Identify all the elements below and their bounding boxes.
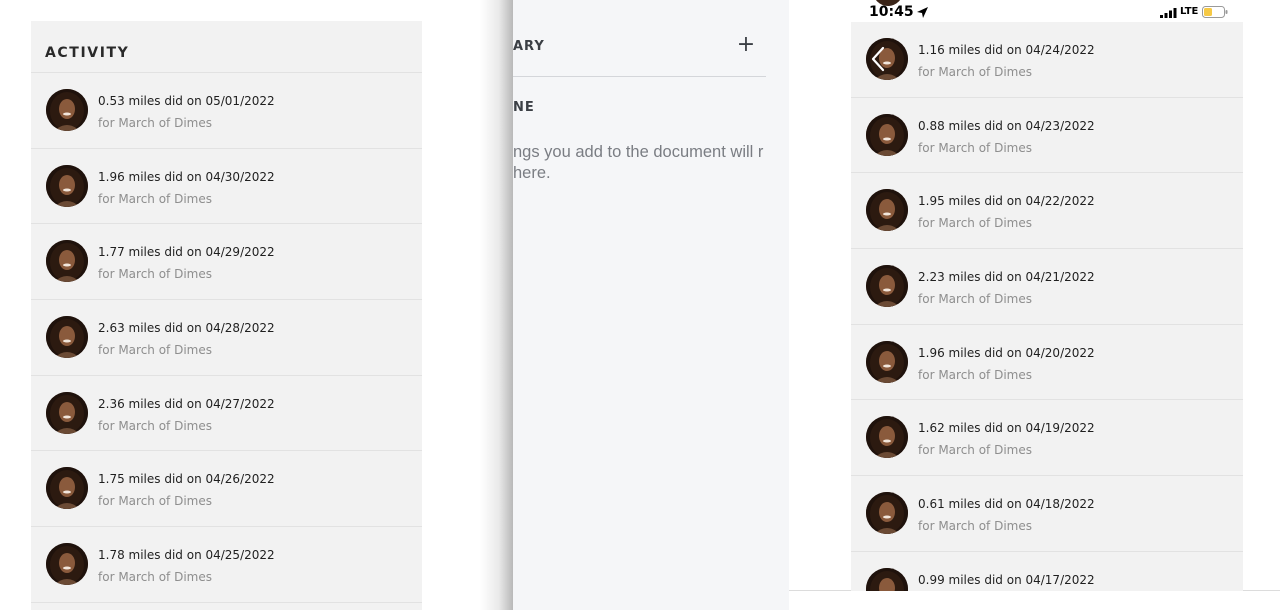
phone-status-bar: 10:45 LTE (789, 0, 1249, 22)
avatar-icon (866, 567, 908, 591)
phone-screenshot-window: 10:45 LTE 1.16 miles did on 04/24/2022 fo… (789, 0, 1280, 591)
avatar-icon (46, 316, 88, 359)
activity-subtitle-text: for March of Dimes (918, 519, 1032, 534)
activity-title: ACTIVITY (45, 44, 130, 61)
avatar-icon (866, 265, 908, 308)
activity-subtitle-text: for March of Dimes (918, 140, 1032, 155)
avatar-icon (46, 164, 88, 207)
activity-title-text: 0.61 miles did on 04/18/2022 (918, 497, 1095, 512)
network-label: LTE (1180, 6, 1199, 17)
avatar (46, 391, 88, 434)
status-time: 10:45 (869, 4, 914, 20)
activity-title-text: 0.99 miles did on 04/17/2022 (918, 572, 1095, 587)
activity-subtitle-text: for March of Dimes (98, 267, 212, 282)
activity-row[interactable]: 2.23 miles did on 04/21/2022 for March of… (851, 249, 1243, 325)
avatar (866, 567, 908, 591)
avatar (46, 89, 88, 131)
avatar (46, 316, 88, 359)
activity-row[interactable]: 2.36 miles did on 04/27/2022 for March of… (31, 376, 422, 452)
activity-header: ACTIVITY (31, 21, 422, 73)
avatar-icon (866, 492, 908, 535)
activity-row[interactable]: 0.53 miles did on 05/01/2022 for March of… (31, 73, 422, 149)
activity-title-text: 1.62 miles did on 04/19/2022 (918, 421, 1095, 436)
avatar-icon (46, 543, 88, 586)
activity-panel-left: ACTIVITY 0.53 miles did on 05/01/2022 for… (31, 21, 422, 610)
activity-row[interactable]: 1.16 miles did on 04/24/2022 for March of… (851, 22, 1243, 98)
activity-subtitle-text: for March of Dimes (98, 570, 212, 585)
window-shadow (480, 0, 514, 610)
avatar (46, 240, 88, 283)
activity-row[interactable]: 1.95 miles did on 04/22/2022 for March of… (851, 173, 1243, 250)
outline-section-label: NE (513, 100, 535, 115)
avatar (866, 492, 908, 535)
activity-title-text: 2.63 miles did on 04/28/2022 (98, 321, 275, 336)
location-arrow-icon (917, 7, 928, 18)
activity-row[interactable]: 0.99 miles did on 04/17/2022 (851, 552, 1243, 591)
avatar (46, 164, 88, 207)
activity-title-text: 2.23 miles did on 04/21/2022 (918, 270, 1095, 285)
document-side-panel: ARY + NE ngs you add to the document wil… (513, 0, 789, 610)
activity-list-left: 0.53 miles did on 05/01/2022 for March of… (31, 73, 422, 603)
activity-subtitle-text: for March of Dimes (98, 191, 212, 206)
avatar-icon (866, 189, 908, 232)
summary-section-label: ARY (513, 39, 545, 54)
avatar (46, 543, 88, 586)
activity-subtitle-text: for March of Dimes (98, 418, 212, 433)
activity-subtitle-text: for March of Dimes (918, 443, 1032, 458)
activity-subtitle-text: for March of Dimes (918, 216, 1032, 231)
chevron-left-icon[interactable] (871, 46, 885, 72)
activity-row[interactable]: 1.75 miles did on 04/26/2022 for March of… (31, 451, 422, 528)
avatar-icon (866, 416, 908, 459)
activity-title-text: 0.88 miles did on 04/23/2022 (918, 118, 1095, 133)
avatar-icon (46, 391, 88, 434)
activity-title-text: 1.95 miles did on 04/22/2022 (918, 194, 1095, 209)
avatar (866, 189, 908, 232)
activity-subtitle-text: for March of Dimes (98, 116, 212, 130)
activity-row[interactable]: 2.63 miles did on 04/28/2022 for March of… (31, 300, 422, 376)
activity-row[interactable]: 1.62 miles did on 04/19/2022 for March of… (851, 400, 1243, 477)
battery-low-icon (1202, 6, 1228, 18)
activity-row[interactable]: 0.88 miles did on 04/23/2022 for March of… (851, 98, 1243, 174)
activity-title-text: 1.75 miles did on 04/26/2022 (98, 472, 275, 487)
activity-title-text: 1.77 miles did on 04/29/2022 (98, 245, 275, 260)
activity-title-text: 1.16 miles did on 04/24/2022 (918, 43, 1095, 57)
avatar-icon (46, 240, 88, 283)
avatar-icon (866, 113, 908, 156)
avatar (866, 113, 908, 156)
add-summary-button[interactable]: + (736, 33, 756, 57)
avatar-icon (46, 467, 88, 510)
activity-title-text: 1.78 miles did on 04/25/2022 (98, 548, 275, 563)
activity-subtitle-text: for March of Dimes (918, 367, 1032, 382)
activity-row[interactable]: 1.78 miles did on 04/25/2022 for March of… (31, 527, 422, 603)
signal-bars-icon (1160, 8, 1177, 18)
activity-title-text: 1.96 miles did on 04/30/2022 (98, 169, 275, 184)
activity-subtitle-text: for March of Dimes (918, 292, 1032, 307)
summary-section-row: ARY + (513, 20, 766, 77)
activity-subtitle-text: for March of Dimes (98, 343, 212, 358)
avatar-icon (46, 89, 88, 131)
avatar (866, 416, 908, 459)
activity-title-text: 2.36 miles did on 04/27/2022 (98, 396, 275, 411)
activity-title-text: 1.96 miles did on 04/20/2022 (918, 345, 1095, 360)
avatar (866, 340, 908, 383)
activity-subtitle-text: for March of Dimes (98, 494, 212, 509)
activity-row[interactable]: 1.77 miles did on 04/29/2022 for March of… (31, 224, 422, 301)
avatar (866, 265, 908, 308)
avatar-icon (866, 340, 908, 383)
activity-row[interactable]: 1.96 miles did on 04/30/2022 for March of… (31, 149, 422, 225)
activity-title-text: 0.53 miles did on 05/01/2022 (98, 94, 275, 108)
activity-row[interactable]: 0.61 miles did on 04/18/2022 for March of… (851, 476, 1243, 552)
activity-list-right: 1.16 miles did on 04/24/2022 for March of… (851, 22, 1243, 591)
outline-empty-text: ngs you add to the document will r here. (513, 143, 764, 182)
activity-subtitle-text: for March of Dimes (918, 65, 1032, 79)
activity-row[interactable]: 1.96 miles did on 04/20/2022 for March of… (851, 325, 1243, 401)
avatar (46, 467, 88, 510)
